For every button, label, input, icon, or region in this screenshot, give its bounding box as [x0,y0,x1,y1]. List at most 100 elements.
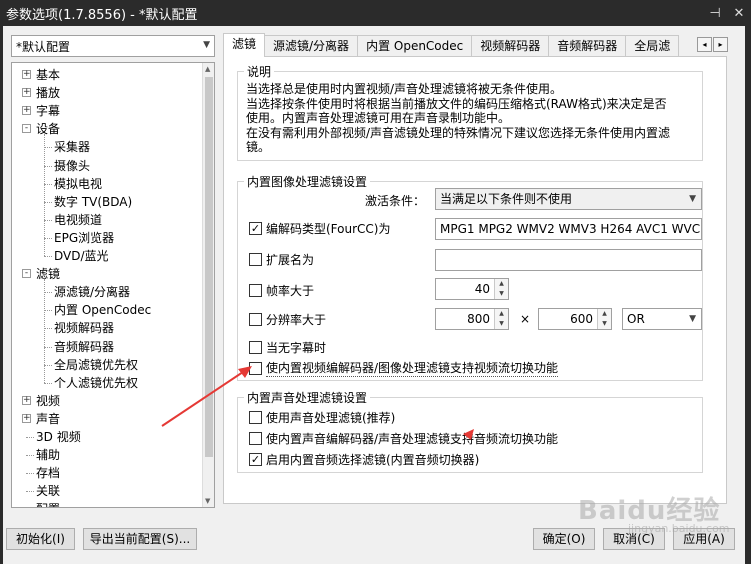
tree-item[interactable]: 音频解码器 [54,338,114,356]
nosub-checkbox[interactable] [249,341,262,354]
tree-item[interactable]: 内置 OpenCodec [54,301,151,319]
tree-item[interactable]: 采集器 [54,138,90,156]
activation-select-value: 当满足以下条件则不使用 [440,192,573,206]
tab-2[interactable]: 内置 OpenCodec [357,35,473,57]
tab-4[interactable]: 音频解码器 [548,35,627,57]
tab-scroll-right-icon[interactable]: ▸ [713,37,728,52]
expand-icon[interactable]: + [22,106,31,116]
tree-item-label: 存档 [36,466,61,481]
tree-item[interactable]: 数字 TV(BDA) [54,193,132,211]
activation-select[interactable]: 当满足以下条件则不使用 ▼ [435,188,702,210]
tree-item-label: 字幕 [36,104,61,119]
times-symbol: × [520,312,531,326]
tree-item[interactable]: 辅助 [36,446,60,464]
video-stream-switch-row[interactable]: 使内置视频编解码器/图像处理滤镜支持视频流切换功能 [249,359,559,377]
tree-item[interactable]: 存档 [36,464,60,482]
tree-item-label: 播放 [36,86,61,101]
tree-item[interactable]: 3D 视频 [36,428,81,446]
tab-scroll-left-icon[interactable]: ◂ [697,37,712,52]
tree-item-label: 3D 视频 [36,430,81,444]
tree-item[interactable]: 基本 [36,66,60,84]
tree-item[interactable]: EPG浏览器 [54,229,114,247]
resolution-width-stepper[interactable]: 800 ▲ ▼ [435,308,509,330]
audio-stream-switch-row[interactable]: 使内置声音编解码器/声音处理滤镜支持音频流切换功能 [249,430,558,447]
tree-item[interactable]: 播放 [36,84,60,102]
tree-connector [44,256,52,257]
fourcc-checkbox[interactable]: ✓ [249,222,262,235]
resolution-operator-select[interactable]: OR ▼ [622,308,702,330]
tree-item[interactable]: 个人滤镜优先权 [54,374,138,392]
close-icon[interactable]: ✕ [727,6,751,21]
tree-item[interactable]: 设备 [36,120,60,138]
tree-item[interactable]: 滤镜 [36,265,60,283]
framerate-stepper[interactable]: 40 ▲ ▼ [435,278,509,300]
tree-item[interactable]: DVD/蓝光 [54,247,109,265]
tree-scrollbar[interactable]: ▲ ▼ [202,63,214,507]
tree-item[interactable]: 模拟电视 [54,175,102,193]
nosub-checkbox-row[interactable]: 当无字幕时 [249,339,326,356]
tree-item[interactable]: 视频解码器 [54,319,114,337]
expand-icon[interactable]: + [22,70,31,79]
tree-item[interactable]: 源滤镜/分离器 [54,283,130,301]
tree-connector [44,183,52,185]
extension-checkbox[interactable] [249,253,262,266]
tree-item[interactable]: 字幕 [36,102,60,120]
extension-checkbox-row[interactable]: 扩展名为 [249,251,314,268]
resolution-operator-value: OR [627,312,645,326]
scroll-up-icon[interactable]: ▲ [205,65,210,73]
fourcc-checkbox-row[interactable]: ✓ 编解码类型(FourCC)为 [249,220,390,237]
description-line: 在没有需利用外部视频/声音滤镜处理的特殊情况下建议您选择无条件使用内置滤 [246,125,671,140]
tree-item[interactable]: 视频 [36,392,60,410]
tree-item-label: 摄像头 [54,158,91,173]
tree-connector [44,219,52,221]
stepper-arrows-icon[interactable]: ▲ ▼ [494,309,508,329]
tree-item[interactable]: 全局滤镜优先权 [54,356,138,374]
collapse-icon[interactable]: - [22,269,31,279]
settings-tree[interactable]: ▲ ▼ 基本 + 播放 + 字幕 + 设备 - 采集器 摄像头 模拟电视 数字 TV(BDA) 电视频道… [11,62,215,508]
tab-5[interactable]: 全局滤 [625,35,680,57]
tree-item-label: 电视频道 [54,212,103,227]
tree-item[interactable]: 摄像头 [54,157,90,175]
tree-connector [44,382,52,384]
use-audio-filter-row[interactable]: 使用声音处理滤镜(推荐) [249,409,395,426]
tree-connector [26,455,34,457]
tree-connector [26,473,34,475]
pin-icon[interactable]: ⊣ [703,6,727,21]
window-frame-left [0,26,3,564]
resolution-checkbox[interactable] [249,313,262,326]
audio-selector-row[interactable]: ✓ 启用内置音频选择滤镜(内置音频切换器) [249,451,479,468]
fourcc-input[interactable]: MPG1 MPG2 WMV2 WMV3 H264 AVC1 WVC1 [435,218,702,240]
export-config-button[interactable]: 导出当前配置(S)... [83,528,197,550]
framerate-checkbox[interactable] [249,284,262,297]
tab-0[interactable]: 滤镜 [223,33,266,57]
resolution-height-value: 600 [570,312,593,326]
tree-item[interactable]: 配置 [36,500,60,507]
audio-stream-switch-checkbox[interactable] [249,432,262,445]
framerate-checkbox-row[interactable]: 帧率大于 [249,282,314,299]
scroll-down-icon[interactable]: ▼ [205,497,210,505]
resolution-checkbox-row[interactable]: 分辨率大于 [249,311,326,328]
expand-icon[interactable]: + [22,88,31,98]
tree-item[interactable]: 电视频道 [54,211,102,229]
title-bar: 参数选项(1.7.8556) - *默认配置 ⊣ ✕ [0,0,751,26]
tree-item-label: EPG浏览器 [54,230,115,245]
profile-select[interactable]: *默认配置 ▼ [11,35,215,57]
stepper-arrows-icon[interactable]: ▲ ▼ [597,309,611,329]
tree-item[interactable]: 关联 [36,482,60,500]
expand-icon[interactable]: + [22,413,31,423]
collapse-icon[interactable]: - [22,124,31,134]
resolution-width-value: 800 [467,312,490,326]
tab-1[interactable]: 源滤镜/分离器 [264,35,359,57]
audio-selector-checkbox[interactable]: ✓ [249,453,262,466]
ok-button[interactable]: 确定(O) [533,528,595,550]
init-button[interactable]: 初始化(I) [6,528,75,550]
tree-item[interactable]: 声音 [36,410,60,428]
expand-icon[interactable]: + [22,395,31,405]
resolution-height-stepper[interactable]: 600 ▲ ▼ [538,308,612,330]
tab-scroll-arrows: ◂ ▸ [696,37,728,52]
tree-item-label: 基本 [36,68,61,82]
tab-3[interactable]: 视频解码器 [471,35,550,57]
extension-input[interactable] [435,249,702,271]
stepper-arrows-icon[interactable]: ▲ ▼ [494,279,508,299]
video-stream-switch-label: 使内置视频编解码器/图像处理滤镜支持视频流切换功能 [266,361,559,377]
